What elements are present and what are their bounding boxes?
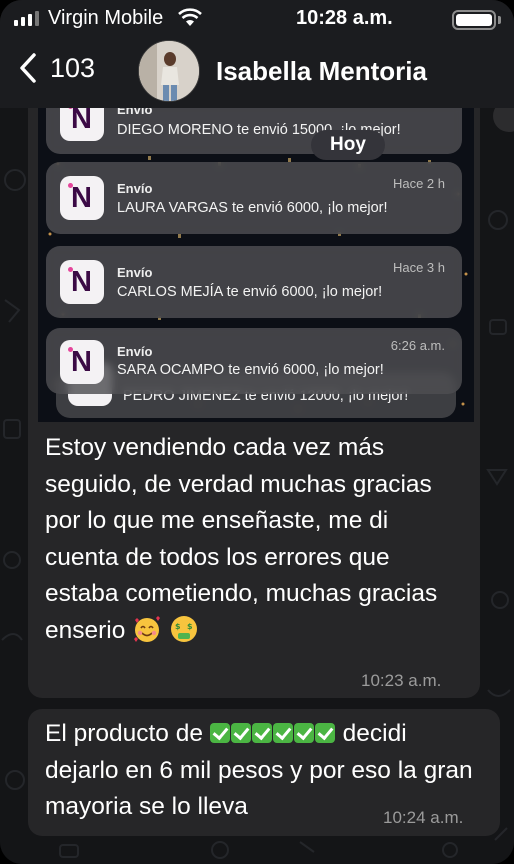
notification-time: Hace 3 h [392, 260, 445, 275]
notification-card[interactable]: N Envío 6:26 a.m. SARA OCAMPO te envió 6… [46, 328, 462, 394]
app-icon: N [60, 104, 104, 141]
notification-body: CARLOS MEJÍA te envió 6000, ¡lo mejor! [117, 284, 383, 300]
check-mark-icon [230, 723, 251, 743]
notification-time: 6:26 a.m. [390, 338, 445, 353]
chat-header: Virgin Mobile 10:28 a.m. 103 Isabella Me… [0, 0, 514, 108]
check-mark-icon [209, 723, 230, 743]
svg-text:$: $ [175, 622, 181, 631]
contact-name[interactable]: Isabella Mentoria [216, 56, 427, 87]
message-text: Estoy vendiendo cada vez más seguido, de… [45, 430, 465, 649]
check-mark-icon [293, 723, 314, 743]
back-button[interactable]: 103 [18, 52, 95, 84]
notification-title: Envío [117, 181, 153, 196]
message-body-start: El producto de [45, 720, 203, 747]
notification-time: Hace 2 h [392, 176, 445, 191]
app-icon: N [60, 176, 104, 220]
phone-screen: Virgin Mobile 10:28 a.m. 103 Isabella Me… [0, 0, 514, 864]
svg-text:$: $ [187, 622, 193, 631]
message-timestamp: 10:23 a.m. [361, 671, 442, 690]
notification-card[interactable]: N Envío DIEGO MORENO te envió 15000, ¡lo… [46, 104, 462, 154]
status-bar: Virgin Mobile 10:28 a.m. [0, 0, 514, 36]
battery-icon [452, 10, 496, 30]
notification-body: SARA OCAMPO te envió 6000, ¡lo mejor! [117, 362, 384, 378]
smiling-face-with-hearts-icon [132, 614, 162, 644]
notification-title: Envío [117, 344, 153, 359]
check-mark-icon [251, 723, 272, 743]
notification-card[interactable]: N Envío Hace 2 h LAURA VARGAS te envió 6… [46, 162, 462, 234]
notification-card[interactable]: N Envío Hace 3 h CARLOS MEJÍA te envió 6… [46, 246, 462, 318]
notification-body: LAURA VARGAS te envió 6000, ¡lo mejor! [117, 200, 388, 216]
signal-strength-icon [14, 11, 39, 26]
check-mark-icon [314, 723, 335, 743]
contact-avatar[interactable] [138, 40, 200, 102]
checkmarks [209, 720, 336, 747]
app-icon: N [60, 260, 104, 304]
carrier-name: Virgin Mobile [48, 7, 164, 29]
app-icon: N [60, 340, 104, 384]
message-body: Estoy vendiendo cada vez más seguido, de… [45, 434, 438, 644]
money-mouth-face-icon: $ $ [169, 614, 199, 644]
unread-count: 103 [50, 52, 96, 83]
battery-tip [498, 16, 501, 24]
message-image[interactable]: N Envío DIEGO MORENO te envió 15000, ¡lo… [38, 104, 474, 422]
message-timestamp: 10:24 a.m. [383, 808, 464, 827]
status-time: 10:28 a.m. [296, 7, 393, 29]
date-chip: Hoy [311, 130, 385, 160]
notification-title: Envío [117, 265, 153, 280]
wifi-icon [178, 8, 202, 33]
check-mark-icon [272, 723, 293, 743]
chevron-left-icon [20, 53, 36, 83]
